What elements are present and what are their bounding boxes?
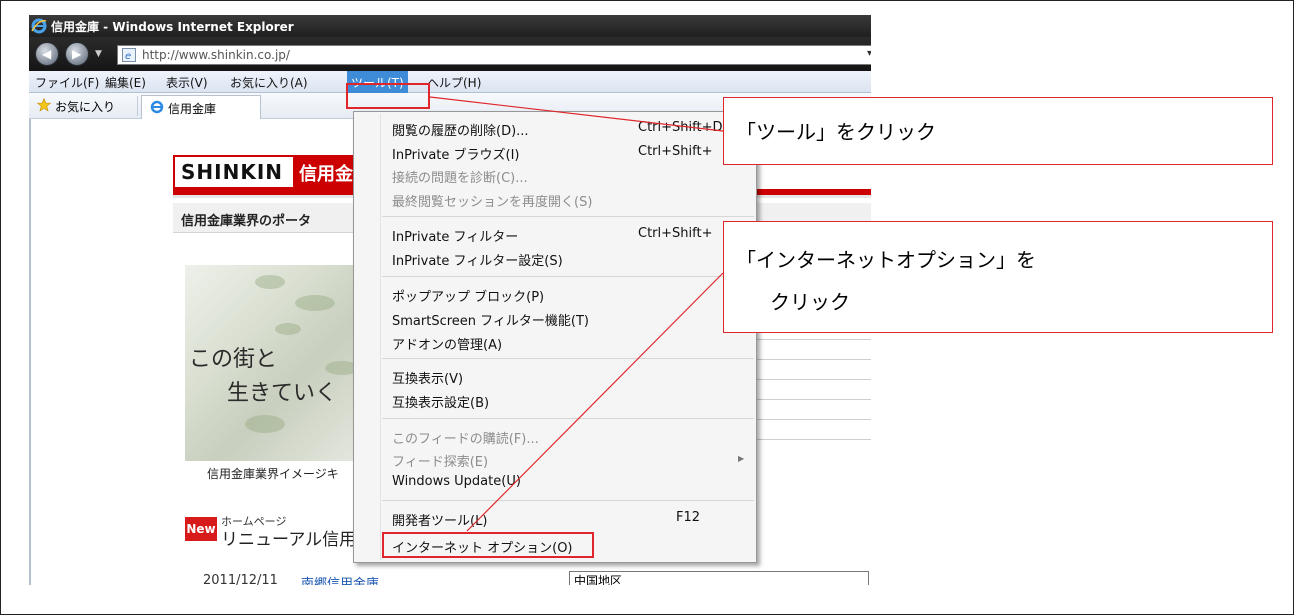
shortcut-developer-tools: F12 <box>676 510 701 525</box>
submenu-arrow-icon: ▶ <box>738 454 745 463</box>
menu-windows-update[interactable]: Windows Update(U) <box>392 474 521 489</box>
menu-smartscreen[interactable]: SmartScreen フィルター機能(T) <box>392 310 589 329</box>
hero-line1: この街と <box>189 347 278 372</box>
hero-line2: 生きていく <box>227 381 338 406</box>
news-date: 2011/12/11 <box>203 573 278 585</box>
shinkin-logo[interactable]: SHINKIN 信用金 <box>173 155 375 189</box>
menu-diagnose-connection: 接続の問題を診断(C)... <box>392 171 528 186</box>
menu-inprivate-filter-settings[interactable]: InPrivate フィルター設定(S) <box>392 250 563 269</box>
screenshot-frame: 信用金庫 - Windows Internet Explorer ◀ ▶ ▼ e… <box>0 0 1294 615</box>
hero-leaf <box>245 415 285 433</box>
back-button[interactable]: ◀ <box>35 42 59 66</box>
portal-text: 信用金庫業界のポータ <box>181 214 312 229</box>
ie-tab-icon <box>150 100 164 114</box>
hero-leaf <box>295 295 335 311</box>
url-dropdown-icon[interactable]: ▾ <box>867 48 871 59</box>
address-bar: ◀ ▶ ▼ e http://www.shinkin.co.jp/ ▾ <box>29 37 871 71</box>
tools-menu-dropdown: 閲覧の履歴の削除(D)... Ctrl+Shift+D InPrivate ブラ… <box>353 111 757 563</box>
menu-feed-discovery: フィード探索(E) <box>392 455 489 470</box>
callout-options-line2: クリック <box>770 290 850 314</box>
url-text: http://www.shinkin.co.jp/ <box>142 48 290 62</box>
hero-image[interactable]: この街と 生きていく <box>185 265 365 461</box>
menu-reopen-session: 最終閲覧セッションを再度開く(S) <box>392 195 593 210</box>
svg-text:e: e <box>125 51 131 62</box>
page-e-icon: e <box>122 48 136 62</box>
menu-inprivate-browsing[interactable]: InPrivate ブラウズ(I) <box>392 144 520 163</box>
menu-compat-view[interactable]: 互換表示(V) <box>392 368 463 387</box>
hero-leaf <box>255 275 285 289</box>
favorites-star-icon <box>37 98 51 112</box>
menu-separator <box>382 358 754 359</box>
menu-separator <box>382 500 754 501</box>
menu-gutter <box>380 114 381 560</box>
news-title[interactable]: リニューアル信用 <box>221 525 356 550</box>
logo-text: SHINKIN <box>181 160 283 184</box>
new-badge: New <box>185 517 217 541</box>
hero-leaf <box>275 323 301 335</box>
menu-manage-addons[interactable]: アドオンの管理(A) <box>392 334 502 353</box>
internet-options-highlight-box <box>382 532 594 558</box>
callout-click-tools: 「ツール」をクリック <box>723 97 1273 165</box>
menu-separator <box>382 276 754 277</box>
hero-caption: 信用金庫業界イメージキ <box>207 467 339 481</box>
menu-edit[interactable]: 編集(E) <box>105 74 146 91</box>
menu-favorites[interactable]: お気に入り(A) <box>230 74 308 91</box>
window-title: 信用金庫 - Windows Internet Explorer <box>51 20 294 34</box>
title-bar: 信用金庫 - Windows Internet Explorer <box>29 15 871 37</box>
menu-popup-blocker[interactable]: ポップアップ ブロック(P) <box>392 286 544 305</box>
tools-menu-highlight-box <box>346 83 430 109</box>
region-select[interactable]: 中国地区 <box>569 571 869 585</box>
menu-separator <box>382 216 754 217</box>
forward-button[interactable]: ▶ <box>65 42 89 66</box>
history-dropdown-icon[interactable]: ▼ <box>95 49 102 59</box>
callout-tools-text: 「ツール」をクリック <box>736 120 936 144</box>
shortcut-inprivate-browsing: Ctrl+Shift+ <box>638 144 713 159</box>
news-bank-link[interactable]: 南郷信用金庫 <box>301 573 379 585</box>
favorites-button[interactable]: お気に入り <box>55 98 115 115</box>
browser-tab[interactable]: 信用金庫 <box>141 95 261 119</box>
menu-bar: ファイル(F) 編集(E) 表示(V) お気に入り(A) ツール(T) ヘルプ(… <box>29 71 871 93</box>
menu-view[interactable]: 表示(V) <box>166 74 208 91</box>
shortcut-inprivate-filter: Ctrl+Shift+ <box>638 226 713 241</box>
menu-delete-history[interactable]: 閲覧の履歴の削除(D)... <box>392 120 529 139</box>
menu-compat-settings[interactable]: 互換表示設定(B) <box>392 392 489 411</box>
menu-separator <box>382 418 754 419</box>
logo-red-text: 信用金 <box>299 164 353 185</box>
favorites-separator <box>137 96 138 116</box>
back-arrow-icon: ◀ <box>42 47 52 61</box>
callout-click-options: 「インターネットオプション」を クリック <box>723 221 1273 333</box>
menu-inprivate-filter[interactable]: InPrivate フィルター <box>392 226 518 245</box>
menu-file[interactable]: ファイル(F) <box>35 74 99 91</box>
shortcut-delete-history: Ctrl+Shift+D <box>638 120 723 135</box>
menu-subscribe-feed: このフィードの購読(F)... <box>392 432 539 447</box>
callout-options-line1: 「インターネットオプション」を <box>736 248 1036 272</box>
forward-arrow-icon: ▶ <box>72 47 82 61</box>
ie-logo-icon <box>31 18 47 34</box>
menu-developer-tools[interactable]: 開発者ツール(L) <box>392 510 487 529</box>
url-field[interactable]: e http://www.shinkin.co.jp/ ▾ <box>117 45 871 65</box>
menu-help[interactable]: ヘルプ(H) <box>427 74 481 91</box>
tab-label: 信用金庫 <box>168 102 217 116</box>
